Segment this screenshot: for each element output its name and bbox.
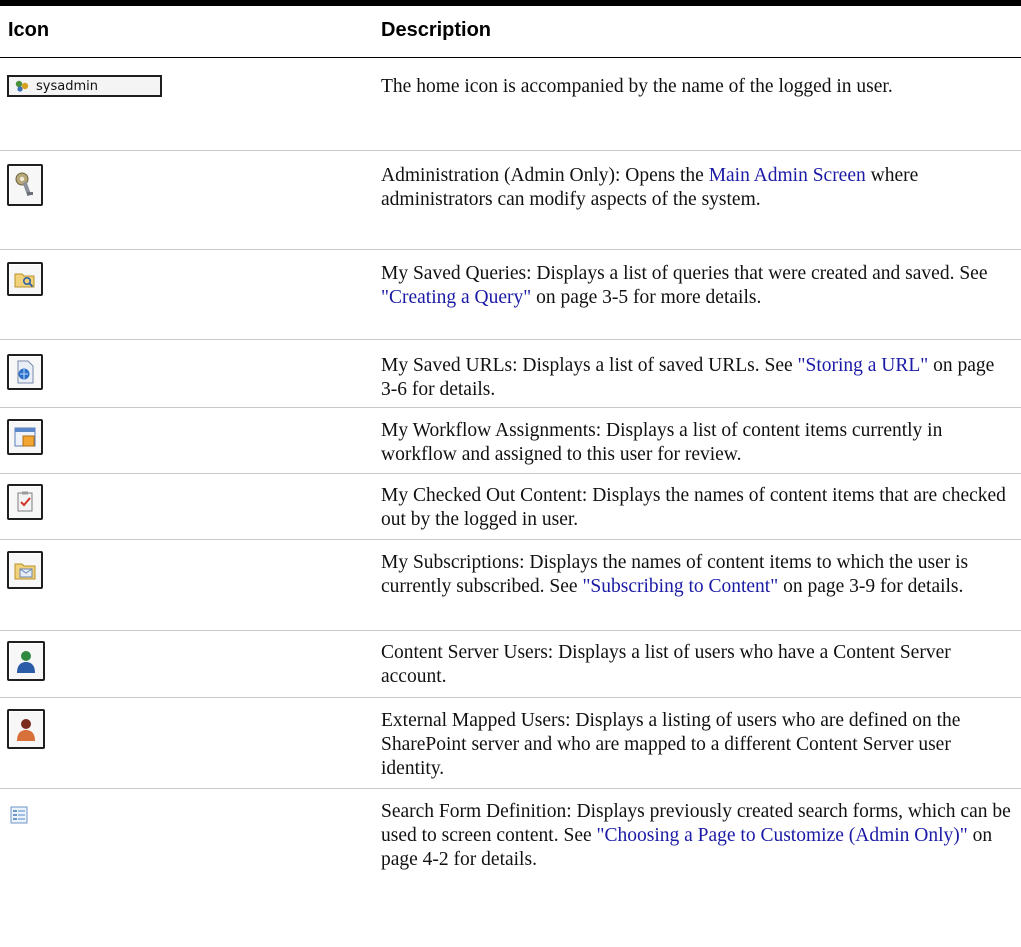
- row-divider: [0, 407, 1021, 408]
- row-description: The home icon is accompanied by the name…: [381, 75, 1013, 99]
- home-icon: [15, 80, 29, 92]
- workflow-assignments-icon: [14, 427, 36, 447]
- description-text: My Saved URLs: Displays a list of saved …: [381, 355, 798, 376]
- search-form-definition-icon[interactable]: [10, 806, 28, 824]
- description-column-header: Description: [381, 19, 492, 41]
- content-server-users-button[interactable]: [7, 641, 45, 681]
- row-description: My Checked Out Content: Displays the nam…: [381, 484, 1013, 532]
- saved-urls-button[interactable]: [7, 354, 43, 390]
- external-mapped-users-button[interactable]: [7, 709, 45, 749]
- cross-reference-link[interactable]: "Subscribing to Content": [582, 576, 778, 597]
- row-divider: [0, 539, 1021, 540]
- subscriptions-button[interactable]: [7, 551, 43, 589]
- row-description: Search Form Definition: Displays previou…: [381, 800, 1013, 872]
- content-server-users-icon: [17, 651, 35, 673]
- workflow-assignments-button[interactable]: [7, 419, 43, 455]
- row-description: Content Server Users: Displays a list of…: [381, 641, 1013, 689]
- row-description: My Workflow Assignments: Displays a list…: [381, 419, 1013, 467]
- row-divider: [0, 150, 1021, 151]
- header-rule: [0, 57, 1021, 58]
- saved-queries-button[interactable]: [7, 262, 43, 296]
- row-divider: [0, 697, 1021, 698]
- description-text: Content Server Users: Displays a list of…: [381, 642, 951, 687]
- description-text: Administration (Admin Only): Opens the: [381, 165, 709, 186]
- logged-in-user-name: sysadmin: [36, 78, 98, 94]
- external-mapped-users-icon: [17, 719, 35, 741]
- cross-reference-link[interactable]: Main Admin Screen: [709, 165, 866, 186]
- icon-column-header: Icon: [8, 19, 50, 41]
- row-description: My Subscriptions: Displays the names of …: [381, 551, 1013, 599]
- row-divider: [0, 339, 1021, 340]
- row-description: Administration (Admin Only): Opens the M…: [381, 164, 1013, 212]
- row-description: My Saved URLs: Displays a list of saved …: [381, 354, 1013, 402]
- row-divider: [0, 473, 1021, 474]
- description-text: External Mapped Users: Displays a listin…: [381, 710, 961, 779]
- checked-out-content-button[interactable]: [7, 484, 43, 520]
- description-text: The home icon is accompanied by the name…: [381, 76, 893, 97]
- row-divider: [0, 788, 1021, 789]
- administration-button[interactable]: [7, 164, 43, 206]
- table-top-rule: [0, 0, 1021, 6]
- description-text: My Workflow Assignments: Displays a list…: [381, 420, 943, 465]
- cross-reference-link[interactable]: "Storing a URL": [798, 355, 929, 376]
- description-text: on page 3-9 for details.: [778, 576, 964, 597]
- cross-reference-link[interactable]: "Creating a Query": [381, 287, 531, 308]
- home-button[interactable]: sysadmin: [7, 75, 162, 97]
- row-divider: [0, 630, 1021, 631]
- cross-reference-link[interactable]: "Choosing a Page to Customize (Admin Onl…: [597, 825, 968, 846]
- description-text: on page 3-5 for more details.: [531, 287, 762, 308]
- description-text: My Saved Queries: Displays a list of que…: [381, 263, 988, 284]
- row-description: My Saved Queries: Displays a list of que…: [381, 262, 1013, 310]
- description-text: My Checked Out Content: Displays the nam…: [381, 485, 1006, 530]
- administration-icon: [15, 172, 33, 197]
- saved-queries-icon: [14, 273, 35, 288]
- row-description: External Mapped Users: Displays a listin…: [381, 709, 1013, 781]
- checked-out-content-icon: [17, 491, 33, 512]
- saved-urls-icon: [17, 360, 34, 384]
- subscriptions-icon: [14, 563, 36, 580]
- row-divider: [0, 249, 1021, 250]
